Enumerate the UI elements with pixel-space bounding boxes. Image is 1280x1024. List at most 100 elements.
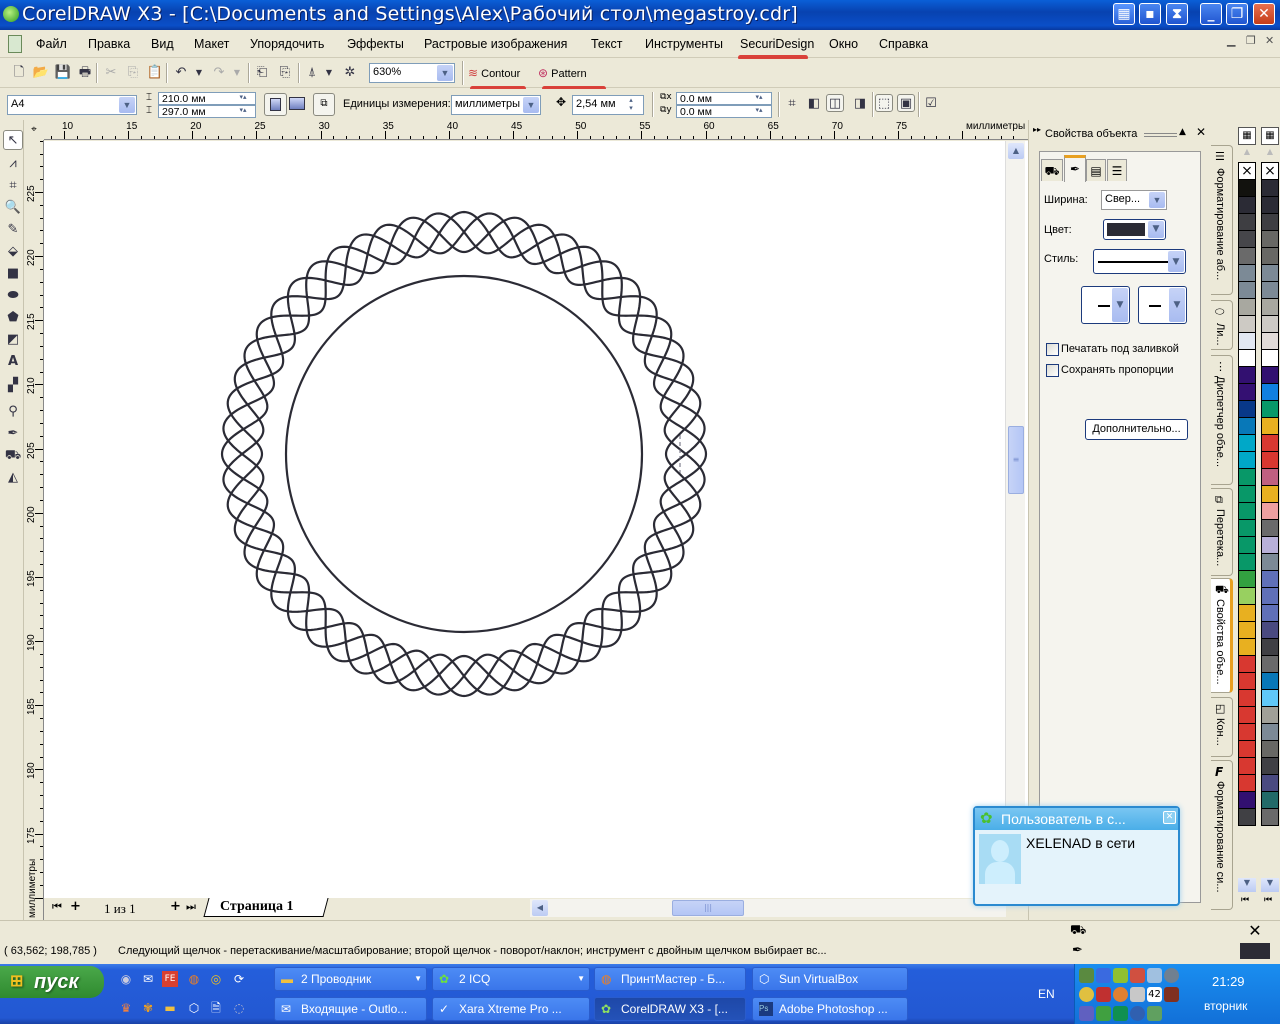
duplicate-x-field[interactable]: 0.0 мм ▾▴ — [676, 92, 772, 105]
tray-icon[interactable] — [1130, 968, 1145, 983]
clock-day[interactable]: вторник — [1204, 999, 1247, 1013]
vertical-scroll-thumb[interactable]: ≡ — [1008, 426, 1024, 494]
guilloche-wave[interactable] — [220, 216, 708, 692]
color-swatch[interactable] — [1238, 383, 1256, 401]
guilloche-wave[interactable] — [222, 212, 706, 696]
add-page-after-button[interactable]: + — [170, 899, 181, 914]
tray-icon[interactable] — [1130, 987, 1145, 1002]
palette-scroll-down-icon[interactable]: ▼ — [1261, 878, 1279, 892]
pattern-button[interactable]: ⊛ Pattern — [538, 64, 587, 84]
quicklaunch-chrome-icon[interactable]: ◎ — [208, 971, 224, 987]
tab-fill-icon[interactable]: ⛟ — [1041, 159, 1063, 181]
paste-icon[interactable]: 📋 — [146, 64, 164, 82]
color-swatch[interactable] — [1238, 315, 1256, 333]
tray-calendar-badge[interactable]: 42 — [1147, 987, 1162, 1002]
page-height-field[interactable]: 297.0 мм ▾▴ — [158, 105, 256, 118]
outline-width-select[interactable]: Свер... ▼ — [1101, 190, 1167, 210]
coreldraw-app-icon[interactable] — [3, 6, 19, 22]
advanced-button[interactable]: Дополнительно... — [1085, 419, 1188, 440]
copy-icon[interactable]: ⎘ — [124, 64, 142, 82]
color-swatch[interactable] — [1261, 774, 1279, 792]
palette-menu-icon[interactable]: ▦ — [1238, 127, 1256, 145]
interactive-blend-tool-icon[interactable]: ▞ — [3, 376, 23, 396]
color-swatch[interactable] — [1261, 536, 1279, 554]
new-icon[interactable]: 🗋 — [10, 64, 28, 82]
outline-color-indicator[interactable] — [1240, 943, 1270, 959]
basic-shapes-tool-icon[interactable]: ◩ — [3, 330, 23, 350]
color-swatch[interactable] — [1261, 417, 1279, 435]
outline-tool-icon[interactable]: ✒ — [3, 424, 23, 444]
horizontal-ruler[interactable]: миллиметры 10 15 20 25 30 35 40 45 50 55 60 65 70 75 — [44, 120, 1028, 140]
scroll-up-button[interactable]: ▲ — [1008, 143, 1024, 159]
horizontal-scroll-thumb[interactable]: ||| — [672, 900, 744, 916]
restore-button[interactable]: ❐ — [1226, 3, 1248, 25]
palette-scroll-up-icon[interactable]: ▲ — [1261, 147, 1279, 161]
ellipse-tool-icon[interactable]: ⬬ — [3, 286, 23, 306]
chevron-down-icon[interactable]: ▼ — [437, 65, 453, 81]
palette-menu-icon[interactable]: ▦ — [1261, 127, 1279, 145]
zoom-tool-icon[interactable]: 🔍 — [3, 198, 23, 218]
quicklaunch-firefox-icon[interactable]: ◍ — [186, 971, 202, 987]
clock-time[interactable]: 21:29 — [1212, 974, 1245, 989]
print-under-fill-checkbox[interactable] — [1046, 343, 1059, 356]
minimize-button[interactable]: _ — [1200, 3, 1222, 25]
drawing-canvas[interactable] — [44, 141, 1028, 898]
icq-notification-popup[interactable]: ✿ Пользователь в с... ✕ XELENAD в сети — [973, 806, 1180, 906]
color-swatch[interactable] — [1238, 689, 1256, 707]
outline-color-picker[interactable]: ▼ — [1103, 219, 1166, 240]
palette-scroll-down-icon[interactable]: ▼ — [1238, 878, 1256, 892]
color-swatch[interactable] — [1238, 298, 1256, 316]
color-swatch[interactable] — [1238, 740, 1256, 758]
quicklaunch-document-icon[interactable]: 🗎 — [208, 1000, 224, 1016]
menu-text[interactable]: Текст — [591, 37, 622, 51]
vtab-object-properties[interactable]: ⛟ Свойства объе... — [1211, 578, 1233, 693]
color-swatch[interactable] — [1238, 349, 1256, 367]
tray-icon[interactable] — [1113, 987, 1128, 1002]
color-swatch[interactable] — [1238, 434, 1256, 452]
color-swatch[interactable] — [1261, 315, 1279, 333]
cut-icon[interactable]: ✂ — [102, 64, 120, 82]
task-outlook[interactable]: ✉ Входящие - Outlo... — [274, 997, 427, 1021]
tab-summary-icon[interactable]: ☰ — [1107, 159, 1127, 181]
spinner-icon[interactable]: ▾▴ — [749, 107, 769, 115]
color-swatch[interactable] — [1261, 298, 1279, 316]
color-swatch[interactable] — [1261, 570, 1279, 588]
tray-icon[interactable] — [1096, 968, 1111, 983]
color-swatch[interactable] — [1238, 536, 1256, 554]
palette-end-icon[interactable]: ⏮ — [1241, 895, 1249, 905]
color-swatch[interactable] — [1238, 468, 1256, 486]
tray-icon[interactable] — [1147, 968, 1162, 983]
color-swatch[interactable] — [1238, 247, 1256, 265]
vtab-object-manager[interactable]: ⋮ Диспетчер объе... — [1211, 355, 1233, 485]
color-swatch[interactable] — [1238, 451, 1256, 469]
chevron-down-icon[interactable]: ▼ — [1148, 221, 1164, 238]
shape-tool-icon[interactable]: ⩘ — [3, 154, 23, 174]
color-swatch[interactable] — [1238, 230, 1256, 248]
save-icon[interactable]: 💾 — [54, 64, 72, 82]
outline-style-select[interactable]: ▼ — [1093, 249, 1186, 274]
color-swatch[interactable] — [1238, 655, 1256, 673]
color-swatch[interactable] — [1261, 655, 1279, 673]
import-icon[interactable]: ⎗ — [253, 64, 271, 82]
color-swatch[interactable] — [1238, 485, 1256, 503]
horizontal-scrollbar[interactable]: ◀ ||| — [530, 899, 1006, 917]
no-color-swatch[interactable]: ⨯ — [1261, 162, 1279, 180]
color-swatch[interactable] — [1261, 434, 1279, 452]
quicklaunch-agent-icon[interactable]: ◉ — [118, 971, 134, 987]
color-swatch[interactable] — [1238, 264, 1256, 282]
tray-icon[interactable] — [1147, 1006, 1162, 1021]
color-swatch[interactable] — [1238, 179, 1256, 197]
close-button[interactable]: ✕ — [1253, 3, 1275, 25]
vtab-formatting-paragraph[interactable]: ☰ Форматирование аб... — [1211, 145, 1233, 295]
color-swatch[interactable] — [1238, 570, 1256, 588]
color-swatch[interactable] — [1261, 519, 1279, 537]
color-swatch[interactable] — [1261, 587, 1279, 605]
pick-tool-icon[interactable]: ↖ — [3, 130, 23, 150]
quicklaunch-crown-icon[interactable]: ♛ — [118, 1000, 134, 1016]
paper-size-select[interactable]: A4 ▼ — [7, 95, 137, 115]
start-arrow-select[interactable]: ▼ — [1081, 286, 1130, 324]
smart-fill-tool-icon[interactable]: ⬙ — [3, 242, 23, 262]
color-swatch[interactable] — [1238, 774, 1256, 792]
quicklaunch-folder-icon[interactable]: ▬ — [162, 1000, 178, 1016]
color-swatch[interactable] — [1238, 808, 1256, 826]
